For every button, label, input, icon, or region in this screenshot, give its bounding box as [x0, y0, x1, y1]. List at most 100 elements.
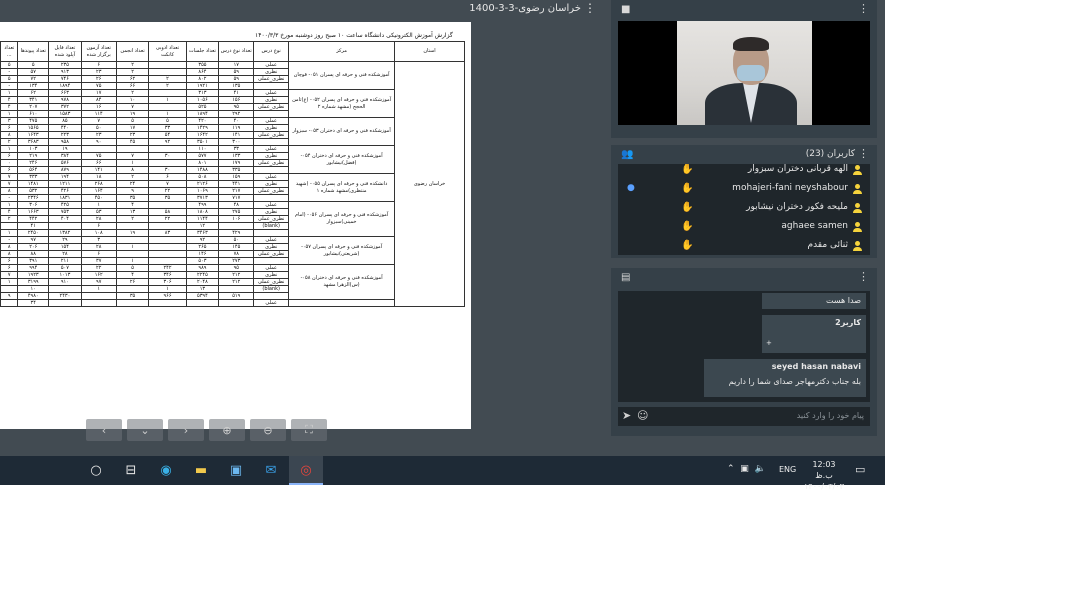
send-icon[interactable]: ➤	[622, 409, 631, 422]
table-cell: ۱۶۲	[80, 271, 117, 279]
chat-input[interactable]: پیام خود را وارد کنید ➤ ☺	[618, 407, 870, 426]
table-cell: ۷۱۷	[218, 194, 255, 202]
table-cell: ۱۲۱۱	[48, 180, 82, 188]
table-cell: ۱	[115, 243, 150, 251]
table-cell: نظری_عملی	[253, 278, 290, 286]
table-cell: ۳۰۶	[148, 278, 187, 286]
language-indicator[interactable]: ENG	[779, 465, 796, 474]
table-cell: ۲	[115, 89, 150, 97]
prev-page-button[interactable]: ‹	[86, 419, 122, 441]
table-cell: ۲۲	[148, 187, 187, 195]
table-cell: ۱۴۸۱	[17, 180, 50, 188]
microphone-icon[interactable]: ●	[627, 183, 635, 193]
table-cell: ۱۸۹۴	[185, 110, 220, 118]
table-cell: ۲۴۶	[17, 159, 50, 167]
edge-icon[interactable]: ◉	[156, 461, 176, 480]
table-cell: ۱۵۶۵	[17, 124, 50, 132]
table-cell: ۱	[115, 159, 150, 167]
table-cell: ۳۵	[115, 194, 150, 202]
user-row[interactable]: ملیحه فکور دختران نیشابور ✋	[618, 199, 870, 218]
file-explorer-icon[interactable]: ▬	[191, 461, 211, 480]
share-menu-icon[interactable]: ⋮	[584, 1, 596, 15]
table-cell: ۱۰۶۹	[185, 187, 220, 195]
table-cell: ۱۶۴۳	[17, 131, 50, 139]
user-name: ثنائی مقدم	[807, 240, 849, 250]
table-cell: ۳۸۴	[48, 152, 82, 160]
user-row[interactable]: mohajeri-fani neyshabour ✋ ●	[618, 180, 870, 199]
chat-menu-icon[interactable]: ⋮	[858, 270, 869, 283]
table-cell: ۴	[0, 208, 19, 216]
raise-hand-icon[interactable]: ✋	[681, 183, 693, 194]
report-table: تعداد ... تعداد پیوندها تعداد فایل آپلود ش…	[0, 41, 465, 307]
chrome-taskbar-slot[interactable]: ◎	[289, 456, 323, 485]
notification-icon[interactable]: ▭	[855, 463, 865, 476]
table-cell: ۱۵۹	[218, 173, 255, 181]
video-menu-icon[interactable]: ⋮	[858, 2, 869, 15]
user-row[interactable]: aghaee samen ✋	[618, 218, 870, 237]
table-cell: ۱۰۳	[17, 145, 50, 153]
table-cell: ۱۱۰	[185, 145, 220, 153]
users-list[interactable]: الهه قربانی دختران سبزوار ✋ mohajeri-fani …	[618, 164, 870, 255]
next-page-button[interactable]: ⌄	[127, 419, 163, 441]
table-cell: ۱	[115, 257, 150, 265]
table-cell: ۳۳	[218, 145, 255, 153]
table-cell: ۲۹	[48, 236, 82, 244]
table-cell: عملی	[253, 145, 290, 153]
clock[interactable]: 12:03 ب.ظ ۱۴۰۰/۰۳/۰۳	[803, 459, 845, 492]
table-cell: ۱	[148, 110, 187, 118]
table-cell: ۷۴۶	[48, 75, 82, 83]
raise-hand-icon[interactable]: ✋	[681, 202, 693, 213]
table-cell: ۱۶۴۲	[185, 131, 220, 139]
shared-document: گزارش آموزش الکترونیکی دانشگاه ساعت ۱۰ ص…	[0, 22, 471, 441]
raise-hand-icon[interactable]: ✋	[681, 240, 693, 251]
table-cell: ۶	[80, 61, 117, 69]
user-row[interactable]: الهه قربانی دختران سبزوار ✋	[618, 164, 870, 180]
table-cell: ۳۵۰۱	[185, 138, 220, 146]
zoom-in-button[interactable]: ⊕	[209, 419, 245, 441]
table-cell: ۳۱۳	[185, 89, 220, 97]
table-cell: ۳۳۳	[17, 173, 50, 181]
raise-hand-icon[interactable]: ✋	[681, 164, 693, 175]
emoji-icon[interactable]: ☺	[637, 409, 648, 422]
table-cell: ۳۵	[148, 194, 187, 202]
table-cell	[80, 145, 117, 153]
table-cell	[253, 166, 290, 174]
users-menu-icon[interactable]: ⋮	[858, 147, 869, 160]
table-cell: ۱۸۳۱	[48, 194, 82, 202]
system-tray[interactable]: ⌃ ▣ 🔈	[727, 464, 766, 474]
task-view-icon[interactable]: ⊟	[121, 461, 141, 480]
table-cell: نظری_عملی	[253, 75, 290, 83]
table-cell: ۳۰۰	[218, 138, 255, 146]
center-name-cell: آموزشکده فنی و حرفه ای پسران ۰۵۶- (امام …	[288, 201, 396, 237]
mail-icon[interactable]: ✉	[261, 461, 281, 480]
user-icon	[852, 184, 862, 195]
user-row[interactable]: ثنائی مقدم ✋	[618, 237, 870, 255]
table-cell: ۲	[148, 75, 187, 83]
table-cell	[148, 236, 187, 244]
chat-message: صدا هست	[762, 293, 866, 309]
camera-icon: ■	[621, 4, 631, 15]
table-cell: ۹۷	[80, 278, 117, 286]
table-cell: نظری	[253, 124, 290, 132]
raise-hand-icon[interactable]: ✋	[681, 221, 693, 232]
forward-button[interactable]: ›	[168, 419, 204, 441]
store-icon[interactable]: ▣	[226, 461, 246, 480]
table-cell: ۹	[0, 292, 19, 300]
zoom-out-button[interactable]: ⊖	[250, 419, 286, 441]
chat-messages[interactable]: صدا هست کاربر2 + seyed hasan nabavi بله …	[618, 291, 870, 402]
table-cell: ۷	[0, 173, 19, 181]
user-name: aghaee samen	[781, 221, 848, 231]
table-cell	[218, 299, 255, 307]
table-cell: ۵۰۳	[185, 257, 220, 265]
table-cell: ۵۰	[80, 124, 117, 132]
table-cell: ۹۶۶	[148, 292, 187, 300]
table-cell: ۴	[115, 201, 150, 209]
fullscreen-button[interactable]: ⛶	[291, 419, 327, 441]
search-icon[interactable]: ○	[86, 461, 106, 480]
table-cell: ۸۸	[17, 250, 50, 258]
chat-message-text: بله جناب دکترمهاجر صدای شما را داریم	[728, 377, 861, 386]
table-cell: نظری_عملی	[253, 103, 290, 111]
table-cell: ۳۷	[80, 257, 117, 265]
table-cell: ۵۰۷	[48, 264, 82, 272]
table-cell: ۷۵	[80, 82, 117, 90]
